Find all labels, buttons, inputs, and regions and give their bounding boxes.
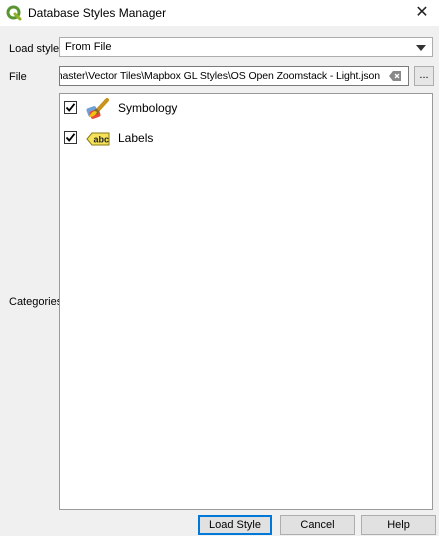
checkmark-icon <box>65 103 76 112</box>
categories-label: Categories <box>9 296 63 308</box>
chevron-down-icon <box>416 45 426 51</box>
symbology-checkbox[interactable] <box>64 101 77 114</box>
symbology-label: Symbology <box>118 101 178 115</box>
cancel-button[interactable]: Cancel <box>280 515 355 535</box>
category-item-labels[interactable]: abc Labels <box>60 126 430 152</box>
category-item-symbology[interactable]: Symbology <box>60 96 430 122</box>
title-bar: Database Styles Manager ✕ <box>0 0 439 26</box>
load-style-button[interactable]: Load Style <box>198 515 272 535</box>
file-path-input[interactable]: eets-master\Vector Tiles\Mapbox GL Style… <box>59 66 409 86</box>
qgis-logo-icon <box>6 5 22 21</box>
load-style-dropdown[interactable]: From File <box>59 37 433 57</box>
window-title: Database Styles Manager <box>28 6 167 20</box>
load-style-label: Load style <box>9 43 60 55</box>
labels-label: Labels <box>118 131 154 145</box>
close-button[interactable]: ✕ <box>411 3 433 23</box>
abc-label-icon: abc <box>86 132 110 146</box>
paint-brush-icon <box>86 98 109 119</box>
svg-text:abc: abc <box>94 135 110 145</box>
browse-button[interactable]: ... <box>414 66 434 86</box>
load-style-value: From File <box>65 41 112 53</box>
clear-icon[interactable] <box>389 71 402 81</box>
file-path-text: eets-master\Vector Tiles\Mapbox GL Style… <box>59 70 380 82</box>
checkmark-icon <box>65 133 76 142</box>
file-label: File <box>9 71 27 83</box>
help-button[interactable]: Help <box>361 515 436 535</box>
close-icon: ✕ <box>415 4 429 21</box>
categories-list[interactable]: Symbology abc Labels <box>59 93 433 510</box>
labels-checkbox[interactable] <box>64 131 77 144</box>
